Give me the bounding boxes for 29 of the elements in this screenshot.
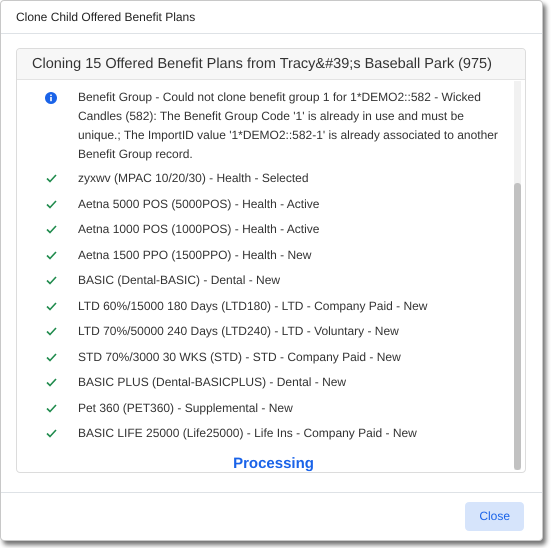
check-icon [46, 302, 56, 311]
result-text: Benefit Group - Could not clone benefit group 1 for 1*DEMO2::582 - Wicked Candles (582): The Benefit Group Code '1' is already in use and must be unique.; The ImportID value '1*DEMO2::582-1' is already associated to another Benefit Group record. [78, 89, 499, 164]
check-icon [46, 352, 56, 362]
check-icon [46, 174, 56, 184]
result-text: LTD 70%/50000 240 Days (LTD240) - LTD - Voluntary - New [78, 323, 400, 340]
result-text: Pet 360 (PET360) - Supplemental - New [78, 400, 294, 417]
panel-heading: Cloning 15 Offered Benefit Plans from Tracy&#39;s Baseball Park (975) [32, 56, 492, 72]
scrollbar[interactable] [514, 81, 521, 470]
check-icon [46, 429, 56, 438]
info-icon [45, 92, 57, 104]
processing-status: Processing [232, 454, 314, 472]
check-icon [46, 250, 56, 260]
result-text: BASIC PLUS (Dental-BASICPLUS) - Dental - New [78, 374, 348, 392]
check-icon [46, 327, 56, 336]
check-icon [46, 404, 56, 413]
dialog-title: Clone Child Offered Benefit Plans [16, 10, 196, 24]
result-text: Aetna 1500 PPO (1500PPO) - Health - New [78, 246, 312, 264]
result-text: LTD 60%/15000 180 Days (LTD180) - LTD - Company Paid - New [78, 298, 428, 315]
check-icon [46, 276, 56, 286]
check-icon [46, 225, 56, 234]
result-text: Aetna 1000 POS (1000POS) - Health - Active [78, 221, 320, 238]
check-icon [46, 200, 56, 209]
close-button[interactable]: Close [465, 502, 524, 531]
result-text: BASIC LIFE 25000 (Life25000) - Life Ins - Company Paid - New [78, 425, 418, 442]
result-text: STD 70%/3000 30 WKS (STD) - STD - Company Paid - New [78, 348, 402, 366]
result-text: Aetna 5000 POS (5000POS) - Health - Active [78, 196, 320, 213]
result-text: zyxwv (MPAC 10/20/30) - Health - Selected [78, 170, 310, 188]
check-icon [46, 378, 56, 388]
result-text: BASIC (Dental-BASIC) - Dental - New [78, 272, 282, 290]
